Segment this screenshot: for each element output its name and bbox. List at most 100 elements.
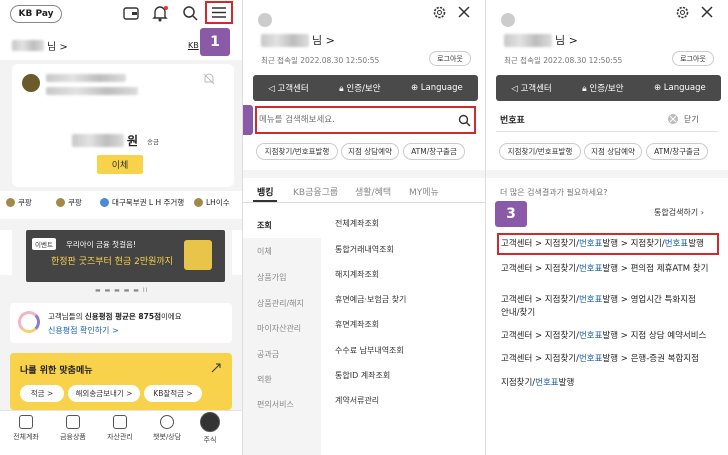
- redacted-account-name: [46, 74, 126, 82]
- quick-chip[interactable]: 쿠팡: [56, 197, 82, 208]
- custom-chip[interactable]: 적금 >: [20, 385, 64, 402]
- cat-tab-kb-group[interactable]: KB금융그룹: [293, 185, 338, 198]
- search-result[interactable]: 고객센터 > 지점찾기/번호표발행 > 영업시간 특화지점: [501, 294, 696, 306]
- sidebar-item-transfer[interactable]: 이체: [257, 246, 272, 257]
- unified-search-link[interactable]: 통합검색하기 ›: [654, 207, 704, 218]
- search-query-input[interactable]: 번호표: [500, 113, 525, 126]
- quick-chip[interactable]: 쿠팡: [6, 197, 32, 208]
- user-greeting[interactable]: 님 >: [12, 38, 68, 53]
- menu-top-bar: ◁ 고객센터 🔒︎ 인증/보안 ⊕ Language: [496, 75, 721, 101]
- close-search-button[interactable]: 닫기: [684, 114, 699, 125]
- cat-tab-life[interactable]: 생활/혜택: [355, 185, 391, 198]
- custom-chip[interactable]: 해외송금보내기 >: [68, 385, 140, 402]
- user-greeting[interactable]: 님 >: [504, 32, 578, 48]
- tab-all-accounts[interactable]: 전체계좌: [4, 415, 48, 442]
- search-result[interactable]: 고객센터 > 지점찾기/번호표발행 > 편의점 제휴ATM 찾기: [501, 263, 708, 275]
- cat-tab-banking[interactable]: 뱅킹: [257, 185, 274, 198]
- menu-item[interactable]: 휴면예금·보험금 찾기: [335, 294, 406, 305]
- greeting-suffix: 님 >: [47, 42, 68, 53]
- menu-item[interactable]: 수수료 납부내역조회: [335, 345, 404, 356]
- section-gap: [486, 170, 728, 178]
- menu-item[interactable]: 통합거래내역조회: [335, 244, 394, 255]
- sidebar-item-products[interactable]: 상품가입: [257, 272, 286, 283]
- menu-item[interactable]: 계약서류관리: [335, 395, 379, 406]
- menu-top-bar: ◁ 고객센터 🔒︎ 인증/보안 ⊕ Language: [253, 75, 478, 101]
- transfer-button[interactable]: 이체: [97, 155, 143, 174]
- banner-prev-peek: [0, 230, 12, 275]
- sidebar-item-convenience[interactable]: 편의서비스: [257, 399, 294, 410]
- quick-branch-reserve[interactable]: 지점 상담예약: [584, 143, 642, 160]
- cat-tab-my[interactable]: MY메뉴: [409, 185, 439, 198]
- quick-atm[interactable]: ATM/창구출금: [403, 143, 465, 160]
- user-greeting[interactable]: 님 >: [261, 32, 335, 48]
- redacted-name: [12, 40, 44, 51]
- search-result[interactable]: 고객센터 > 지점찾기/번호표발행 > 지점 상담 예약서비스: [501, 330, 706, 342]
- search-icon[interactable]: [181, 4, 199, 22]
- quick-branch-ticket[interactable]: 지점찾기/번호표발행: [499, 143, 581, 160]
- sidebar-item-utilities[interactable]: 공과금: [257, 349, 279, 360]
- language-button[interactable]: ⊕ Language: [654, 83, 706, 93]
- tab-stocks[interactable]: 주식: [188, 412, 232, 445]
- step-marker-2: 2: [243, 105, 253, 135]
- sidebar-item-manage[interactable]: 상품관리/해지: [257, 298, 304, 309]
- close-icon[interactable]: [699, 4, 715, 20]
- bottom-tab-bar: 전체계좌 금융상품 자산관리 챗봇/상담 주식: [0, 410, 242, 455]
- tab-asset-management[interactable]: 자산관리: [98, 415, 142, 442]
- quick-branch-reserve[interactable]: 지점 상담예약: [341, 143, 399, 160]
- quick-branch-ticket[interactable]: 지점찾기/번호표발행: [256, 143, 338, 160]
- event-badge: 이벤트: [32, 238, 56, 250]
- settings-icon[interactable]: [674, 4, 690, 20]
- bell-off-icon[interactable]: [202, 72, 216, 86]
- menu-item[interactable]: 해지계좌조회: [335, 269, 379, 280]
- step-marker-1: 1: [200, 28, 230, 56]
- banner-pager[interactable]: ▬ ▬ ▬ ▬ ▬ II: [95, 287, 148, 294]
- balance: 원 송금: [72, 132, 159, 149]
- kb-link[interactable]: KB: [188, 41, 199, 50]
- send-label[interactable]: 송금: [147, 136, 159, 146]
- account-card: 원 송금 이체: [12, 64, 234, 187]
- promo-line-1: 우리아이 금융 첫걸음!: [66, 240, 136, 249]
- stocks-icon: [200, 412, 220, 432]
- menu-search-input[interactable]: [259, 110, 459, 130]
- bell-icon[interactable]: [151, 4, 169, 22]
- language-button[interactable]: ⊕ Language: [411, 83, 463, 93]
- logout-button[interactable]: 로그아웃: [429, 51, 471, 66]
- menu-item[interactable]: 전체계좌조회: [335, 218, 379, 229]
- credit-link[interactable]: 신용평점 확인하기 >: [48, 325, 119, 336]
- quick-chip[interactable]: LH이수: [194, 197, 230, 208]
- clear-icon[interactable]: [668, 114, 678, 124]
- auth-security-button[interactable]: 🔒︎ 인증/보안: [582, 82, 623, 94]
- sidebar-item-fx[interactable]: 외환: [257, 374, 272, 385]
- home-screen: KB Pay 1 님 > KB 원 송금 이체 쿠팡 쿠팡 대구북부권 L H …: [0, 0, 242, 455]
- credit-score-card[interactable]: 고객님들의 신용평점 평균은 875점이에요 신용평점 확인하기 >: [10, 303, 232, 343]
- accounts-icon: [19, 415, 33, 429]
- search-result[interactable]: 고객센터 > 지점찾기/번호표발행 > 지점찾기/번호표발행: [501, 238, 704, 250]
- hamburger-menu-icon[interactable]: [205, 1, 233, 24]
- expand-icon[interactable]: [210, 362, 222, 374]
- menu-item[interactable]: 통합ID 계좌조회: [335, 370, 390, 381]
- menu-sidebar: 조회 이체 상품가입 상품관리/해지 마이자산관리 공과금 외환 편의서비스: [243, 210, 321, 455]
- logout-button[interactable]: 로그아웃: [672, 51, 714, 66]
- promo-banner[interactable]: 이벤트 우리아이 금융 첫걸음! 한정판 굿즈부터 현금 2만원까지: [26, 230, 225, 282]
- step-marker-3: 3: [495, 201, 527, 227]
- customer-center-button[interactable]: ◁ 고객센터: [511, 82, 552, 94]
- sidebar-item-inquiry[interactable]: 조회: [257, 220, 272, 231]
- quick-atm[interactable]: ATM/창구출금: [646, 143, 708, 160]
- search-result[interactable]: 고객센터 > 지점찾기/번호표발행 > 은행-증권 복합지점: [501, 353, 699, 365]
- auth-security-button[interactable]: 🔒︎ 인증/보안: [339, 82, 380, 94]
- custom-chip[interactable]: KB잘적금 >: [144, 385, 202, 402]
- banner-next-peek: [232, 230, 242, 275]
- wallet-icon[interactable]: [122, 5, 140, 21]
- tab-products[interactable]: 금융상품: [51, 415, 95, 442]
- sidebar-item-assets[interactable]: 마이자산관리: [257, 323, 301, 334]
- search-result-continued[interactable]: 안내/찾기: [501, 307, 535, 319]
- search-icon[interactable]: [457, 113, 471, 127]
- tab-chatbot[interactable]: 챗봇/상담: [145, 415, 189, 442]
- menu-item[interactable]: 휴면계좌조회: [335, 319, 379, 330]
- search-result[interactable]: 지점찾기/번호표발행: [501, 377, 574, 389]
- avatar: [258, 13, 272, 27]
- quick-chip[interactable]: 대구북부권 L H 주거행: [100, 197, 184, 208]
- settings-icon[interactable]: [431, 4, 447, 20]
- close-icon[interactable]: [456, 4, 472, 20]
- customer-center-button[interactable]: ◁ 고객센터: [268, 82, 309, 94]
